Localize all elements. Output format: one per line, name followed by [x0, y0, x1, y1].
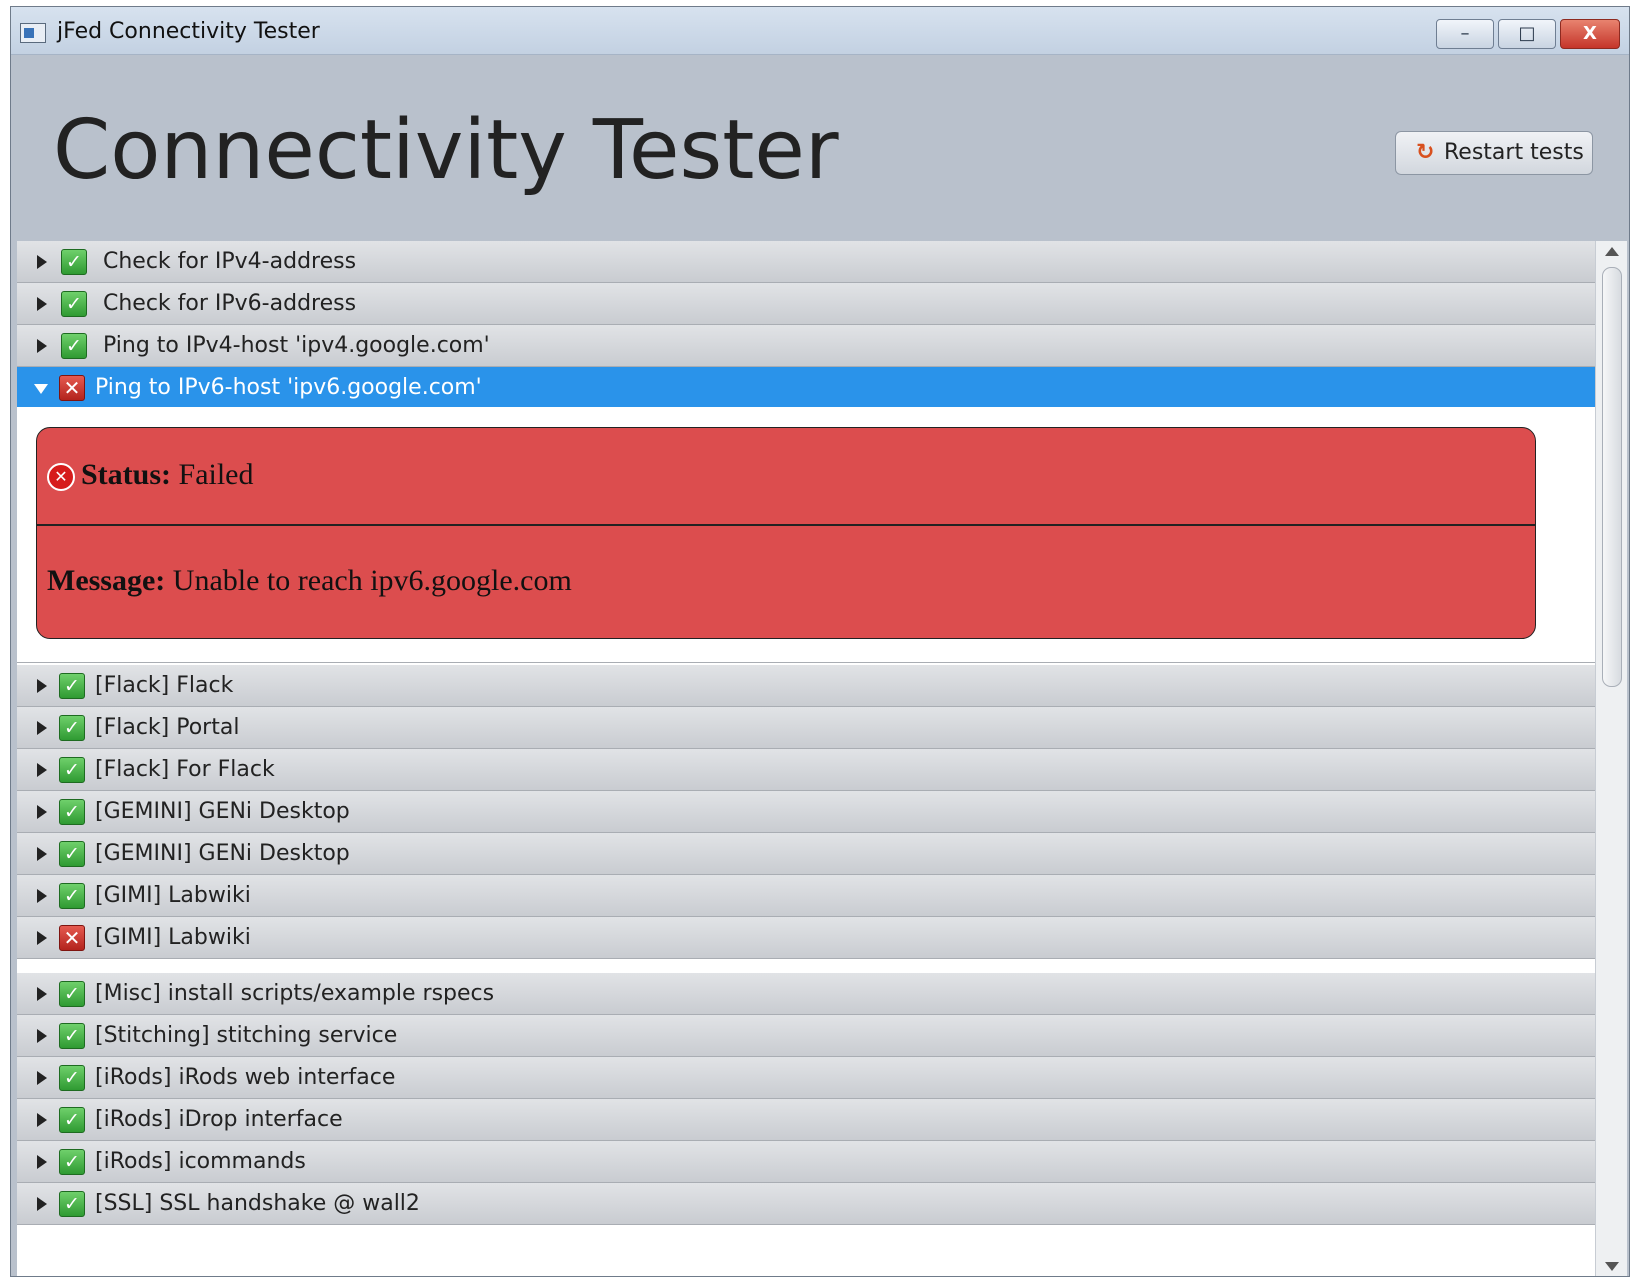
test-row[interactable]: ✓ [iRods] iRods web interface [17, 1057, 1595, 1099]
app-window: jFed Connectivity Tester – □ X Connectiv… [10, 6, 1630, 1277]
expand-arrow-icon[interactable] [37, 1197, 47, 1211]
fail-icon: ✕ [59, 375, 85, 401]
divider [37, 524, 1535, 526]
expand-arrow-icon[interactable] [37, 1071, 47, 1085]
test-row[interactable]: ✓ [GEMINI] GENi Desktop [17, 833, 1595, 875]
check-icon: ✓ [59, 981, 85, 1007]
test-label: Ping to IPv4-host 'ipv4.google.com' [103, 333, 490, 358]
window-title: jFed Connectivity Tester [57, 19, 320, 44]
test-label: [GIMI] Labwiki [95, 883, 251, 908]
test-row[interactable]: ✓ [Misc] install scripts/example rspecs [17, 973, 1595, 1015]
test-row[interactable]: ✓ [SSL] SSL handshake @ wall2 [17, 1183, 1595, 1225]
title-bar: jFed Connectivity Tester – □ X [11, 7, 1629, 55]
test-label: [iRods] iDrop interface [95, 1107, 343, 1132]
expand-arrow-icon[interactable] [37, 1113, 47, 1127]
message-label: Message: [47, 564, 166, 597]
test-list: ✓ Check for IPv4-address ✓ Check for IPv… [17, 241, 1595, 1276]
test-detail-panel: ✕ Status: Failed Message: Unable to reach… [17, 407, 1595, 663]
test-row[interactable]: ✓ [GIMI] Labwiki [17, 875, 1595, 917]
test-label: Check for IPv6-address [103, 291, 357, 316]
check-icon: ✓ [59, 1107, 85, 1133]
result-card: ✕ Status: Failed Message: Unable to reach… [36, 427, 1536, 639]
test-label: [GIMI] Labwiki [95, 925, 251, 950]
check-icon: ✓ [59, 883, 85, 909]
test-label: [Stitching] stitching service [95, 1023, 398, 1048]
check-icon: ✓ [59, 1065, 85, 1091]
expand-arrow-icon[interactable] [37, 987, 47, 1001]
test-row[interactable]: ✓ Ping to IPv4-host 'ipv4.google.com' [17, 325, 1595, 367]
expand-arrow-icon[interactable] [37, 679, 47, 693]
test-label: [GEMINI] GENi Desktop [95, 799, 350, 824]
fail-icon: ✕ [59, 925, 85, 951]
status-line: ✕ Status: Failed [47, 458, 254, 492]
check-icon: ✓ [61, 333, 87, 359]
status-value: Failed [178, 458, 254, 491]
test-row[interactable]: ✓ [iRods] icommands [17, 1141, 1595, 1183]
expand-arrow-icon[interactable] [37, 931, 47, 945]
expand-arrow-icon[interactable] [37, 1029, 47, 1043]
test-row-selected[interactable]: ✕ Ping to IPv6-host 'ipv6.google.com' [17, 367, 1595, 409]
check-icon: ✓ [59, 757, 85, 783]
check-icon: ✓ [59, 799, 85, 825]
test-label: [Flack] Flack [95, 673, 234, 698]
scroll-down-icon[interactable] [1605, 1262, 1619, 1271]
test-label: [GEMINI] GENi Desktop [95, 841, 350, 866]
expand-arrow-icon[interactable] [37, 1155, 47, 1169]
vertical-scrollbar[interactable] [1595, 241, 1627, 1276]
test-label: [iRods] icommands [95, 1149, 306, 1174]
test-row[interactable]: ✓ Check for IPv4-address [17, 241, 1595, 283]
check-icon: ✓ [59, 1023, 85, 1049]
test-row[interactable]: ✓ [Flack] For Flack [17, 749, 1595, 791]
test-row[interactable]: ✓ [iRods] iDrop interface [17, 1099, 1595, 1141]
expand-arrow-icon[interactable] [37, 339, 47, 353]
expand-arrow-icon[interactable] [37, 255, 47, 269]
message-value: Unable to reach ipv6.google.com [172, 564, 572, 597]
test-label: [iRods] iRods web interface [95, 1065, 396, 1090]
expand-arrow-icon[interactable] [37, 721, 47, 735]
refresh-icon: ↻ [1416, 140, 1435, 165]
test-label: Ping to IPv6-host 'ipv6.google.com' [95, 375, 482, 400]
restart-tests-button[interactable]: ↻ Restart tests [1395, 131, 1593, 175]
check-icon: ✓ [59, 841, 85, 867]
collapse-arrow-icon[interactable] [34, 384, 48, 394]
close-button[interactable]: X [1560, 19, 1620, 49]
check-icon: ✓ [59, 1149, 85, 1175]
maximize-button[interactable]: □ [1498, 19, 1556, 49]
test-row[interactable]: ✕ [GIMI] Labwiki [17, 917, 1595, 959]
check-icon: ✓ [59, 715, 85, 741]
scroll-thumb[interactable] [1602, 267, 1622, 687]
scroll-up-icon[interactable] [1605, 247, 1619, 256]
minimize-button[interactable]: – [1436, 19, 1494, 49]
page-title: Connectivity Tester [53, 103, 839, 198]
expand-arrow-icon[interactable] [37, 297, 47, 311]
test-label: [Misc] install scripts/example rspecs [95, 981, 495, 1006]
message-line: Message: Unable to reach ipv6.google.com [47, 564, 572, 598]
test-row[interactable]: ✓ [Stitching] stitching service [17, 1015, 1595, 1057]
test-row[interactable]: ✓ [Flack] Portal [17, 707, 1595, 749]
test-label: [Flack] Portal [95, 715, 240, 740]
test-label: [SSL] SSL handshake @ wall2 [95, 1191, 420, 1216]
check-icon: ✓ [59, 673, 85, 699]
expand-arrow-icon[interactable] [37, 763, 47, 777]
expand-arrow-icon[interactable] [37, 847, 47, 861]
error-circle-icon: ✕ [47, 463, 75, 492]
check-icon: ✓ [61, 249, 87, 275]
test-row[interactable]: ✓ Check for IPv6-address [17, 283, 1595, 325]
expand-arrow-icon[interactable] [37, 805, 47, 819]
app-icon [20, 23, 46, 43]
test-row[interactable]: ✓ [GEMINI] GENi Desktop [17, 791, 1595, 833]
expand-arrow-icon[interactable] [37, 889, 47, 903]
check-icon: ✓ [61, 291, 87, 317]
test-row[interactable]: ✓ [Flack] Flack [17, 665, 1595, 707]
test-label: Check for IPv4-address [103, 249, 357, 274]
test-label: [Flack] For Flack [95, 757, 275, 782]
restart-tests-label: Restart tests [1444, 140, 1584, 165]
check-icon: ✓ [59, 1191, 85, 1217]
status-label: Status: [81, 458, 172, 491]
